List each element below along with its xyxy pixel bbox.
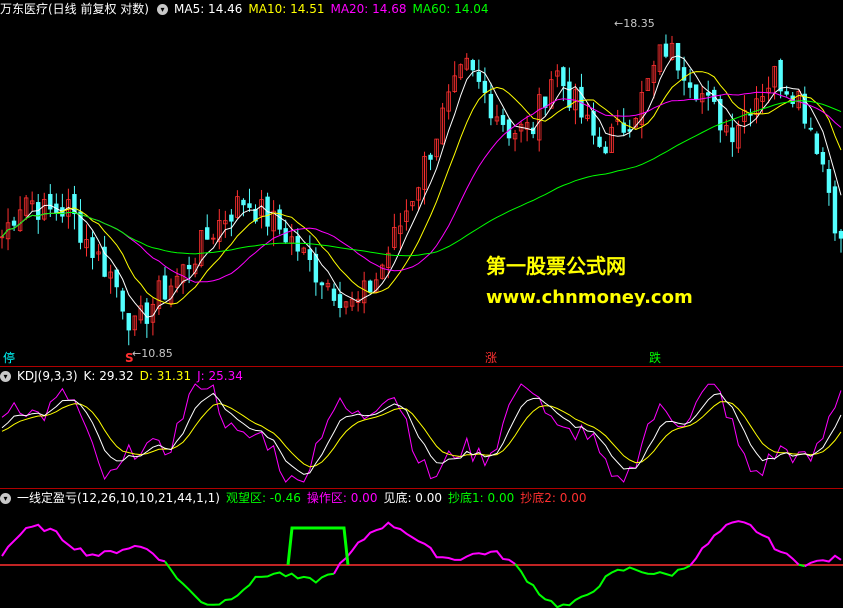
kdj-d: D: 31.31 [139, 369, 192, 383]
marker-s: S [125, 351, 134, 365]
marker-down: 跌 [649, 351, 662, 365]
ma20-line [1, 91, 842, 283]
dropdown-icon[interactable]: ▾ [157, 4, 168, 15]
candle-body [838, 230, 843, 239]
panel-divider-1 [0, 366, 843, 367]
stock-chart[interactable] [0, 0, 843, 608]
candle-body [693, 84, 699, 101]
candle-body [687, 82, 693, 88]
candle-body [11, 220, 17, 226]
candle-body [90, 237, 95, 258]
candle-body [307, 249, 313, 261]
indicator-watch-line [164, 560, 335, 606]
dropdown-icon[interactable]: ▾ [0, 371, 11, 382]
candle-body [205, 227, 210, 240]
candle-body [500, 115, 506, 125]
candle-body [470, 60, 476, 71]
candle-body [283, 228, 288, 243]
ma10-label: MA10: 14.51 [248, 2, 325, 16]
bottom-signal-block [286, 526, 350, 566]
candle-body [120, 290, 125, 312]
ma10-line [1, 71, 842, 305]
candle-body [428, 154, 433, 160]
ind-watch: 观望区: -0.46 [225, 491, 301, 505]
candle-body [114, 269, 119, 288]
kdj-j-line [1, 383, 842, 483]
candle-body [313, 253, 319, 283]
candle-body [144, 302, 150, 324]
candle-body [247, 203, 252, 208]
ma20-label: MA20: 14.68 [330, 2, 407, 16]
candle-body [826, 168, 832, 193]
marker-stop: 停 [3, 351, 16, 365]
ind-buy2: 抄底2: 0.00 [520, 491, 587, 505]
ma60-line [1, 100, 842, 257]
candle-body [808, 127, 814, 130]
candle-body [126, 313, 131, 331]
candle-body [663, 43, 669, 57]
ind-bottom: 见底: 0.00 [383, 491, 443, 505]
candle-body [186, 264, 192, 270]
candle-body [476, 71, 482, 82]
candle-body [482, 80, 488, 93]
ma60-label: MA60: 14.04 [412, 2, 489, 16]
kdj-d-line [1, 401, 842, 468]
watermark-title: 第一股票公式网 [486, 254, 626, 278]
indicator-legend: ▾ 一线定盈亏(12,26,10,10,21,44,1,1) 观望区: -0.46 操… [0, 490, 592, 506]
candle-body [48, 193, 53, 210]
kdj-j: J: 25.34 [197, 369, 243, 383]
candle-body [784, 91, 789, 95]
candle-body [603, 146, 608, 154]
ma5-label: MA5: 14.46 [174, 2, 243, 16]
indicator-operate-line [689, 520, 800, 567]
candle-body [162, 275, 168, 300]
candle-body [832, 186, 838, 234]
candle-body [367, 280, 373, 293]
ind-buy1: 抄底1: 0.00 [448, 491, 515, 505]
kdj-name: KDJ(9,3,3) [17, 369, 78, 383]
candle-body [730, 127, 735, 143]
candle-body [277, 209, 282, 230]
indicator-operate-line [1, 523, 166, 563]
indicator-watch-line [514, 563, 691, 608]
main-legend: 万东医疗(日线 前复权 对数) ▾ MA5: 14.46 MA10: 14.51 MA2… [0, 1, 495, 17]
chart-title: 万东医疗(日线 前复权 对数) [0, 2, 149, 16]
indicator-name: 一线定盈亏(12,26,10,10,21,44,1,1) [17, 491, 220, 505]
candle-body [337, 294, 343, 309]
kdj-k: K: 29.32 [83, 369, 134, 383]
candle-body [229, 214, 234, 222]
candle-body [561, 67, 566, 87]
ind-operate: 操作区: 0.00 [306, 491, 378, 505]
candle-body [597, 136, 602, 147]
candle-body [820, 152, 826, 165]
candle-body [241, 199, 246, 206]
candle-body [319, 282, 325, 286]
dropdown-icon[interactable]: ▾ [0, 493, 11, 504]
high-label: ←18.35 [614, 17, 655, 30]
candle-body [778, 59, 783, 92]
candle-body [567, 81, 572, 108]
kdj-legend: ▾ KDJ(9,3,3) K: 29.32 D: 31.31 J: 25.34 [0, 368, 249, 384]
candle-body [814, 133, 820, 154]
candle-body [331, 288, 337, 301]
low-label: ←10.85 [132, 347, 173, 360]
watermark-url: www.chnmoney.com [486, 287, 693, 308]
panel-divider-2 [0, 488, 843, 489]
candle-body [488, 93, 494, 119]
candle-body [706, 92, 711, 96]
indicator-operate-line [333, 521, 516, 575]
marker-up: 涨 [485, 351, 498, 365]
